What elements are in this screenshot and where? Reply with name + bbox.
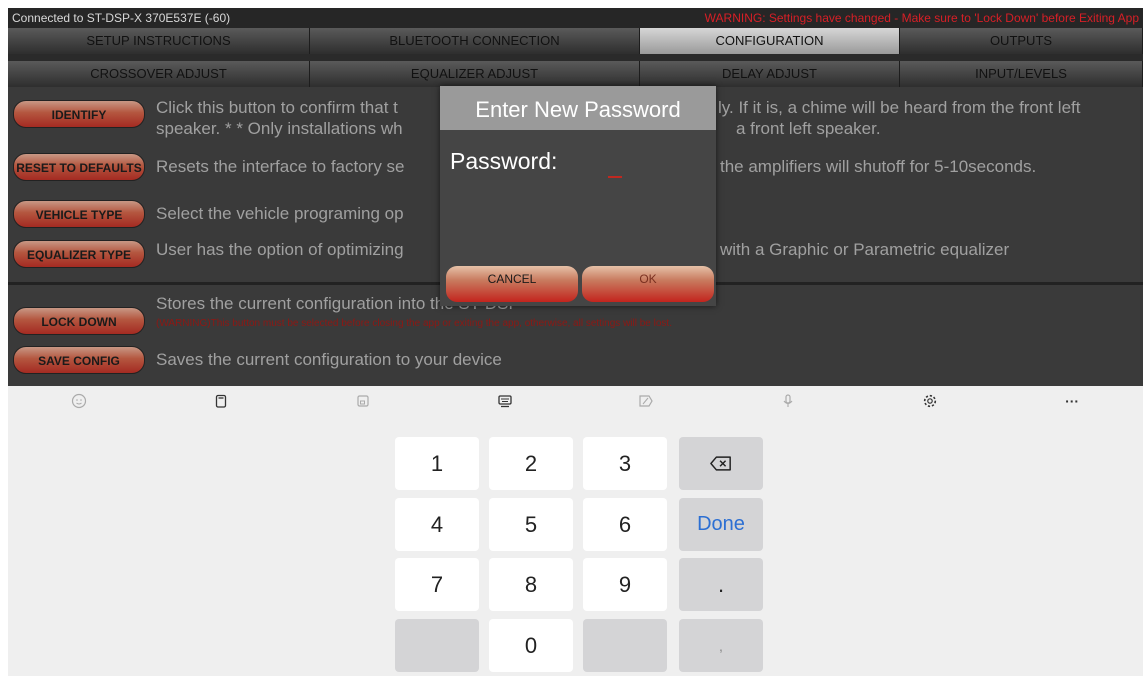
- ok-button[interactable]: OK: [582, 266, 714, 302]
- key-1[interactable]: 1: [395, 437, 479, 490]
- comma-key[interactable]: ,: [679, 619, 763, 672]
- dot-key[interactable]: .: [679, 558, 763, 611]
- settings-icon[interactable]: [859, 386, 1001, 416]
- key-0[interactable]: 0: [489, 619, 573, 672]
- warning-text: WARNING: Settings have changed - Make su…: [704, 11, 1139, 25]
- tab-equalizer-adjust[interactable]: EQUALIZER ADJUST: [310, 61, 640, 87]
- key-3[interactable]: 3: [583, 437, 667, 490]
- tab-separator: [8, 54, 1143, 61]
- backspace-key[interactable]: [679, 437, 763, 490]
- more-icon[interactable]: ···: [1001, 386, 1143, 416]
- tab-crossover-adjust[interactable]: CROSSOVER ADJUST: [8, 61, 310, 87]
- tab-row-2: CROSSOVER ADJUST EQUALIZER ADJUST DELAY …: [8, 61, 1143, 87]
- keyboard-resize-icon[interactable]: [292, 386, 434, 416]
- key-2[interactable]: 2: [489, 437, 573, 490]
- status-bar: Connected to ST-DSP-X 370E537E (-60) WAR…: [8, 8, 1143, 28]
- dialog-body: Password: CANCEL OK: [440, 130, 716, 306]
- identify-description-2b: a front left speaker.: [736, 119, 881, 138]
- tab-configuration[interactable]: CONFIGURATION: [640, 28, 900, 54]
- tab-delay-adjust[interactable]: DELAY ADJUST: [640, 61, 900, 87]
- vehicle-type-button[interactable]: VEHICLE TYPE: [13, 200, 145, 228]
- equalizer-type-button[interactable]: EQUALIZER TYPE: [13, 240, 145, 268]
- password-label: Password:: [450, 148, 558, 174]
- keyboard-toolbar: ···: [8, 386, 1143, 416]
- save-config-button[interactable]: SAVE CONFIG: [13, 346, 145, 374]
- key-6[interactable]: 6: [583, 498, 667, 551]
- vehicle-description: Select the vehicle programing op: [156, 204, 404, 223]
- key-5[interactable]: 5: [489, 498, 573, 551]
- tab-bluetooth-connection[interactable]: BLUETOOTH CONNECTION: [310, 28, 640, 54]
- tab-outputs[interactable]: OUTPUTS: [900, 28, 1143, 54]
- backspace-icon: [710, 456, 731, 471]
- app-window: Connected to ST-DSP-X 370E537E (-60) WAR…: [8, 8, 1143, 676]
- numeric-keyboard: ··· 1 2 3 4 5 6 Done 7 8 9 . 0 ,: [8, 386, 1143, 676]
- identify-description-1a: Click this button to confirm that t: [156, 98, 398, 117]
- dialog-title: Enter New Password: [440, 86, 716, 130]
- cancel-button[interactable]: CANCEL: [446, 266, 578, 302]
- tab-input-levels[interactable]: INPUT/LEVELS: [900, 61, 1143, 87]
- password-dialog: Enter New Password Password: CANCEL OK: [440, 86, 716, 306]
- key-4[interactable]: 4: [395, 498, 479, 551]
- microphone-icon[interactable]: [717, 386, 859, 416]
- lock-down-button[interactable]: LOCK DOWN: [13, 307, 145, 335]
- emoji-icon[interactable]: [8, 386, 150, 416]
- identify-button[interactable]: IDENTIFY: [13, 100, 145, 128]
- done-key[interactable]: Done: [679, 498, 763, 551]
- identify-description-2a: speaker. * * Only installations wh: [156, 119, 403, 138]
- handwriting-icon[interactable]: [576, 386, 718, 416]
- more-icon-glyph: ···: [1065, 393, 1080, 409]
- blank-key-left[interactable]: [395, 619, 479, 672]
- connection-status: Connected to ST-DSP-X 370E537E (-60): [12, 11, 231, 25]
- tab-row-1: SETUP INSTRUCTIONS BLUETOOTH CONNECTION …: [8, 28, 1143, 54]
- tab-setup-instructions[interactable]: SETUP INSTRUCTIONS: [8, 28, 310, 54]
- reset-to-defaults-button[interactable]: RESET TO DEFAULTS: [13, 153, 145, 181]
- reset-description-a: Resets the interface to factory se: [156, 157, 405, 176]
- blank-key-right[interactable]: [583, 619, 667, 672]
- key-8[interactable]: 8: [489, 558, 573, 611]
- reset-description-b: the amplifiers will shutoff for 5-10seco…: [720, 157, 1037, 176]
- key-7[interactable]: 7: [395, 558, 479, 611]
- identify-description-1b: ly. If it is, a chime will be heard from…: [718, 98, 1081, 117]
- equalizer-description-a: User has the option of optimizing: [156, 240, 404, 259]
- keyboard-icon[interactable]: [434, 386, 576, 416]
- equalizer-description-b: with a Graphic or Parametric equalizer: [720, 240, 1010, 259]
- save-config-description: Saves the current configuration to your …: [156, 350, 502, 369]
- password-input[interactable]: [608, 176, 622, 178]
- key-9[interactable]: 9: [583, 558, 667, 611]
- lock-down-warning: (WARNING)This button must be selected be…: [156, 318, 672, 329]
- clipboard-icon[interactable]: [150, 386, 292, 416]
